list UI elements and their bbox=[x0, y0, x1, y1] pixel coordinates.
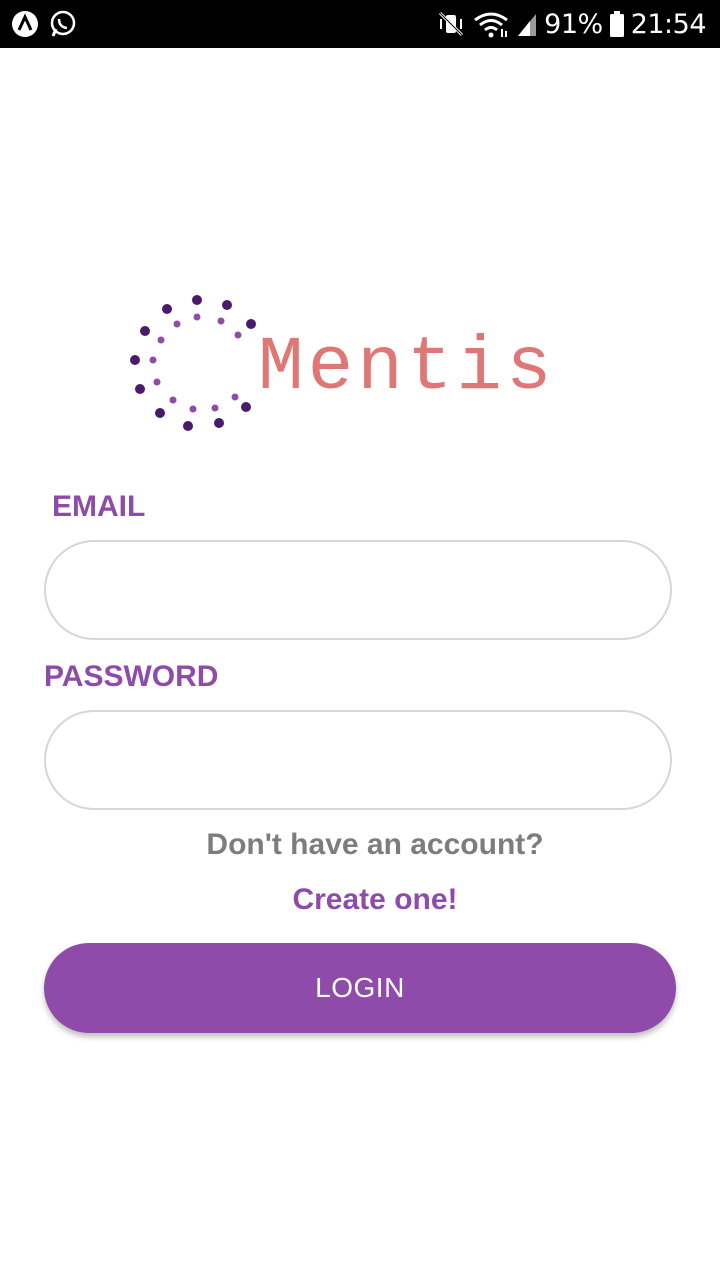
whatsapp-icon bbox=[50, 10, 76, 37]
password-label: PASSWORD bbox=[44, 660, 219, 693]
clock: 21:54 bbox=[630, 8, 707, 40]
wifi-icon bbox=[474, 12, 509, 38]
no-account-text: Don't have an account? bbox=[206, 828, 544, 861]
logo-text: Mentis bbox=[258, 325, 556, 411]
email-field-container[interactable] bbox=[44, 540, 672, 640]
password-field-container[interactable] bbox=[44, 710, 672, 810]
battery-icon bbox=[609, 11, 624, 37]
signal-icon bbox=[518, 14, 537, 36]
password-field[interactable] bbox=[76, 712, 640, 810]
app-a-icon bbox=[12, 11, 38, 37]
status-bar: 91% 21:54 bbox=[0, 0, 720, 48]
create-account-link[interactable]: Create one! bbox=[0, 883, 720, 917]
vibrate-mute-icon bbox=[439, 11, 464, 37]
email-field[interactable] bbox=[76, 542, 640, 640]
login-button[interactable]: LOGIN bbox=[44, 943, 676, 1033]
battery-percent: 91% bbox=[544, 8, 603, 40]
email-label: EMAIL bbox=[52, 490, 146, 523]
